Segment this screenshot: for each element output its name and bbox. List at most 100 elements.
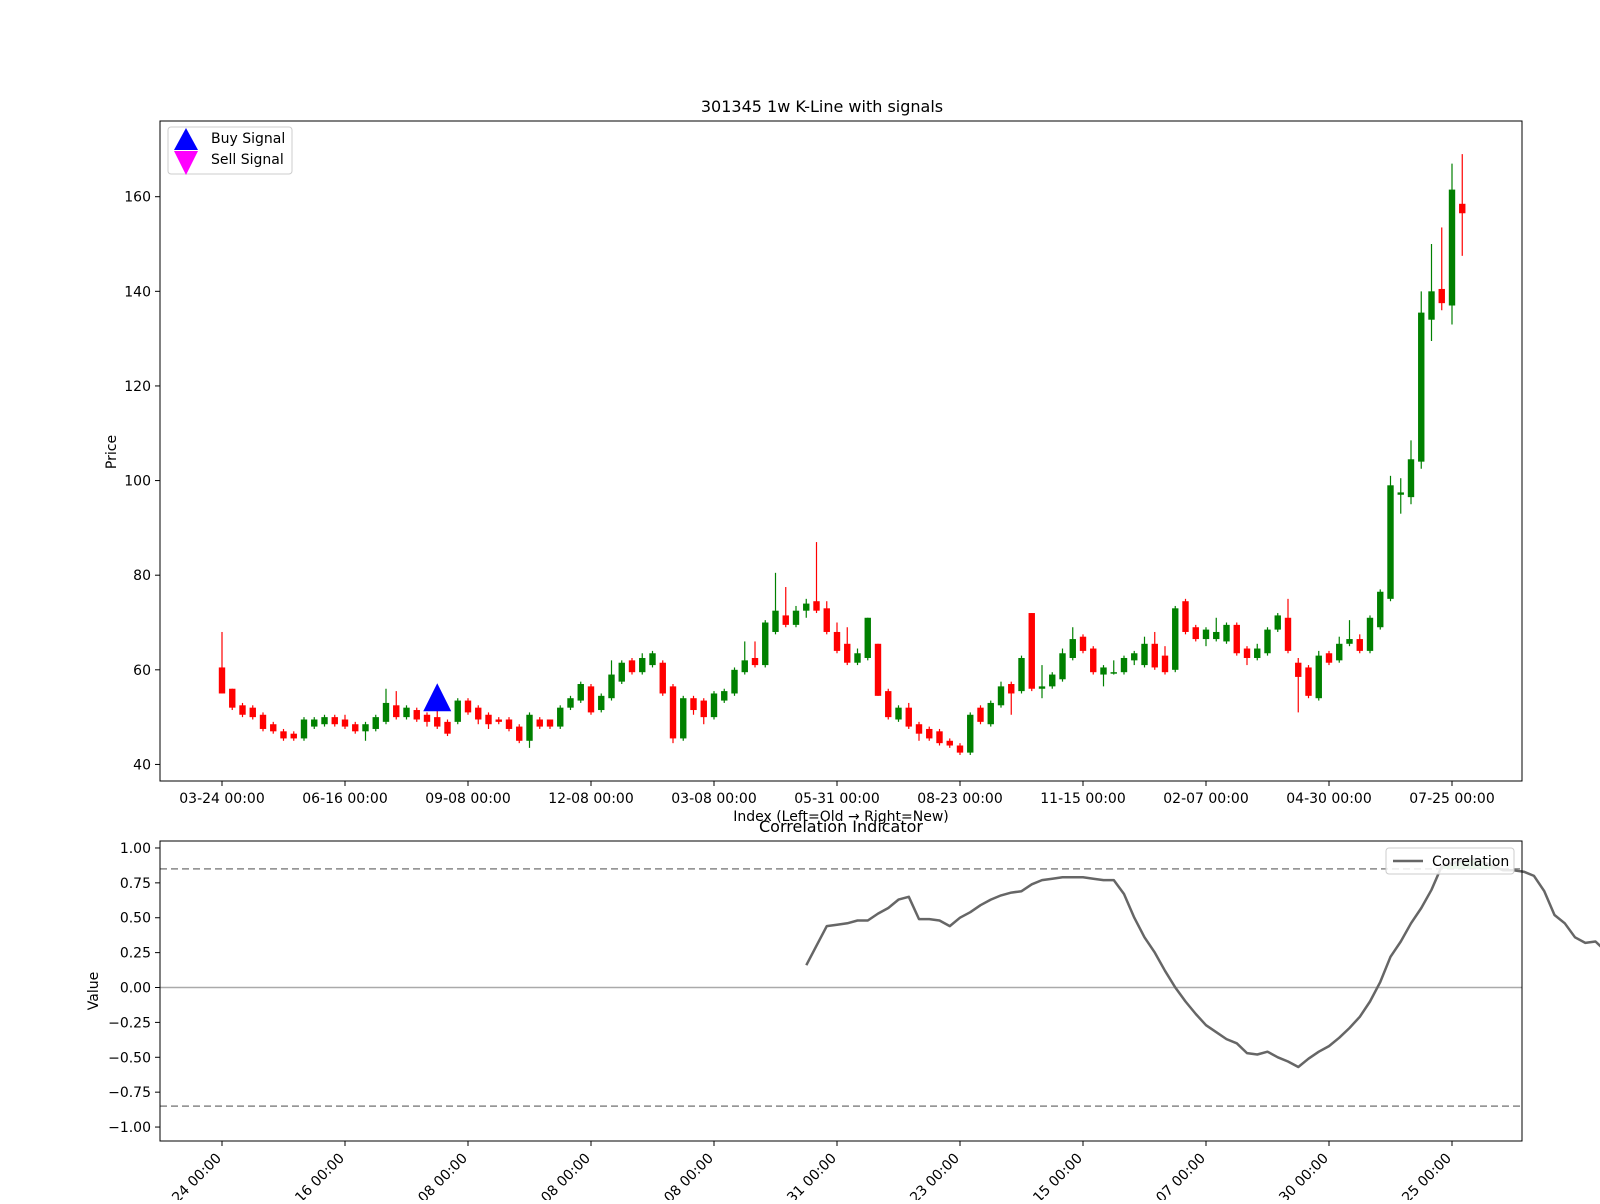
- candle-body: [885, 691, 892, 718]
- candle-body: [290, 733, 297, 739]
- kline-y-tick-label: 100: [124, 474, 151, 490]
- candle-body: [618, 662, 625, 682]
- candle-body: [823, 608, 830, 632]
- candle-body: [987, 702, 994, 725]
- candle-body: [1100, 667, 1107, 675]
- kline-y-axis-label: Price: [104, 435, 120, 469]
- candle: [659, 660, 666, 696]
- correlation-y-axis-label: Value: [86, 972, 102, 1010]
- candle-body: [454, 700, 461, 722]
- candle-body: [567, 698, 574, 708]
- candle-body: [1459, 203, 1466, 214]
- candle: [1192, 624, 1199, 642]
- kline-y-tick-label: 80: [133, 568, 151, 584]
- candle: [229, 688, 236, 711]
- candle-body: [946, 740, 953, 746]
- correlation-y-tick-label: −0.75: [108, 1085, 151, 1101]
- candle-body: [300, 719, 308, 739]
- candle: [628, 657, 636, 675]
- candle-body: [526, 714, 533, 741]
- candle-body: [218, 667, 226, 694]
- candle-body: [874, 643, 882, 696]
- candle-body: [331, 717, 338, 725]
- chart-figure: 301345 1w K-Line with signals 40 60 80 100 1…: [0, 0, 1600, 1204]
- candle-body: [1346, 639, 1353, 644]
- candle: [669, 684, 677, 744]
- candle: [1223, 622, 1230, 644]
- candle-body: [639, 657, 646, 673]
- candle: [885, 688, 892, 720]
- kline-x-tick-label: 05-31 00:00: [794, 791, 879, 807]
- kline-y-tick-label: 120: [124, 379, 151, 395]
- candle-body: [239, 705, 246, 715]
- candle: [598, 693, 605, 713]
- candle: [618, 660, 625, 685]
- legend-correlation-label: Correlation: [1432, 854, 1509, 870]
- candle-body: [444, 721, 451, 734]
- candle: [1233, 622, 1240, 656]
- candle: [464, 698, 472, 715]
- candle-body: [1377, 591, 1384, 628]
- candle-body: [577, 684, 584, 701]
- candle-body: [536, 719, 543, 727]
- candle-body: [1418, 312, 1425, 462]
- candle: [1090, 646, 1097, 675]
- legend-sell-signal-label: Sell Signal: [211, 152, 284, 168]
- candle-body: [382, 702, 390, 722]
- candle: [557, 705, 564, 729]
- candle-body: [1141, 643, 1148, 666]
- candle-body: [557, 707, 564, 727]
- candle-body: [669, 686, 677, 739]
- correlation-y-tick-label: 0.25: [120, 946, 151, 962]
- candle-body: [762, 622, 769, 666]
- candle-body: [1366, 617, 1374, 651]
- candle-body: [1120, 657, 1128, 673]
- candle-body: [967, 714, 974, 753]
- candle-body: [403, 707, 410, 718]
- candle: [587, 684, 595, 715]
- candle-body: [1325, 653, 1333, 663]
- correlation-y-tick-label: 0.75: [120, 876, 151, 892]
- kline-title: 301345 1w K-Line with signals: [701, 97, 943, 116]
- candle-body: [1407, 459, 1415, 498]
- candle: [1172, 605, 1179, 673]
- candle-body: [1223, 624, 1230, 642]
- kline-y-tick-label: 160: [124, 190, 151, 206]
- candle-body: [1028, 613, 1035, 689]
- candle-body: [956, 745, 964, 753]
- candle-body: [1397, 492, 1404, 495]
- kline-x-tick-label: 06-16 00:00: [302, 791, 387, 807]
- candle-body: [352, 724, 359, 732]
- candle-body: [516, 726, 523, 741]
- candle-body: [741, 660, 748, 673]
- candle-body: [485, 714, 492, 725]
- correlation-y-tick-label: −1.00: [108, 1120, 151, 1136]
- candle-body: [1049, 674, 1056, 687]
- correlation-y-tick-label: 0.00: [120, 981, 151, 997]
- candle: [1182, 598, 1189, 635]
- candle: [372, 714, 379, 732]
- candle: [444, 719, 451, 737]
- candle-body: [1264, 629, 1271, 654]
- candle-body: [598, 695, 605, 711]
- candle: [1049, 672, 1056, 689]
- candle-body: [792, 610, 800, 625]
- candle: [710, 691, 718, 720]
- candle-body: [434, 717, 441, 727]
- candle: [987, 700, 994, 727]
- candle-body: [690, 698, 697, 711]
- candle-body: [546, 719, 554, 727]
- candle-body: [1284, 617, 1292, 651]
- candle-body: [905, 707, 912, 727]
- candle-body: [1295, 662, 1302, 677]
- figure-background: [0, 0, 1600, 1200]
- candle-body: [1110, 672, 1117, 674]
- candle: [895, 705, 902, 722]
- kline-x-tick-label: 03-24 00:00: [179, 791, 264, 807]
- candle-body: [1038, 686, 1046, 689]
- candle-body: [372, 717, 379, 729]
- candle-body: [1151, 643, 1158, 668]
- correlation-legend: Correlation: [1385, 847, 1515, 875]
- candle: [1120, 655, 1128, 675]
- candle: [1377, 589, 1384, 630]
